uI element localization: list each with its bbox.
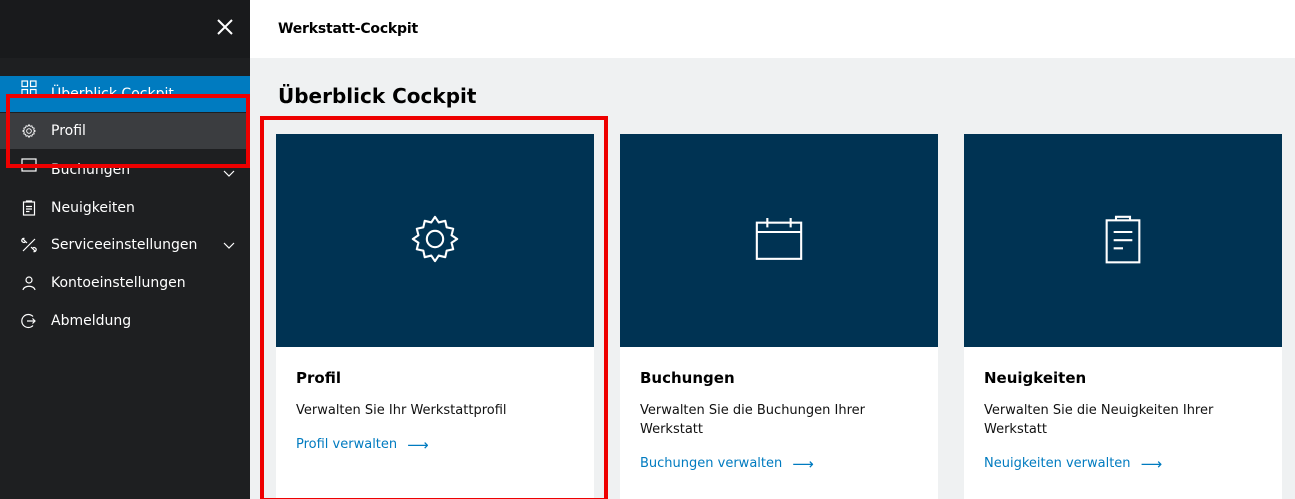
card-description: Verwalten Sie die Buchungen Ihrer Werkst…	[640, 403, 866, 437]
sidebar-item-neuigkeiten[interactable]: Neuigkeiten	[0, 190, 250, 226]
sidebar-item-profil[interactable]: Profil	[0, 113, 250, 149]
sidebar-item-kontoeinstellungen[interactable]: Kontoeinstellungen	[0, 265, 250, 301]
arrow-right-icon: ⟶	[407, 435, 429, 454]
gear-icon	[21, 123, 37, 139]
card-profil[interactable]: Profil Verwalten Sie Ihr Werkstattprofil…	[276, 134, 594, 499]
card-link-label: Profil verwalten	[296, 437, 398, 452]
tools-icon	[21, 237, 37, 253]
card-title: Profil	[296, 369, 341, 387]
sidebar-item-overview[interactable]: Überblick Cockpit	[0, 76, 250, 96]
card-buchungen[interactable]: Buchungen Verwalten Sie die Buchungen Ih…	[620, 134, 938, 499]
card-description: Verwalten Sie die Neuigkeiten Ihrer Werk…	[984, 403, 1214, 437]
clipboard-icon	[1095, 211, 1151, 271]
app-header: Werkstatt-Cockpit	[250, 0, 1295, 58]
calendar-icon	[21, 156, 37, 172]
sidebar-item-label: Überblick Cockpit	[51, 86, 174, 96]
card-title: Buchungen	[640, 369, 735, 387]
sidebar-item-label: Neuigkeiten	[51, 200, 135, 216]
sidebar-header	[0, 0, 250, 58]
calendar-icon	[751, 211, 807, 271]
card-link[interactable]: Buchungen verwalten ⟶	[640, 455, 814, 473]
arrow-right-icon: ⟶	[1140, 454, 1163, 473]
card-link[interactable]: Profil verwalten ⟶	[296, 436, 429, 454]
sidebar-item-label: Serviceeinstellungen	[51, 237, 198, 253]
sidebar-item-label: Kontoeinstellungen	[51, 275, 186, 291]
sidebar: Überblick Cockpit Profil Buchungen Neuig…	[0, 0, 250, 499]
sidebar-item-label: Buchungen	[51, 162, 131, 178]
sidebar-item-label: Abmeldung	[51, 313, 132, 329]
close-icon[interactable]	[212, 14, 238, 40]
sidebar-item-serviceeinstellungen[interactable]: Serviceeinstellungen	[0, 227, 250, 263]
card-description: Verwalten Sie Ihr Werkstattprofil	[296, 403, 507, 418]
card-link-label: Neuigkeiten verwalten	[984, 456, 1131, 471]
chevron-down-icon	[222, 238, 236, 252]
card-link-label: Buchungen verwalten	[640, 456, 783, 471]
sidebar-item-label: Profil	[51, 123, 86, 139]
main-content: Überblick Cockpit Profil Verwalten Sie I…	[250, 58, 1295, 499]
app-title: Werkstatt-Cockpit	[278, 21, 418, 37]
chevron-down-icon	[222, 166, 236, 180]
card-body: Buchungen Verwalten Sie die Buchungen Ih…	[620, 347, 938, 473]
gear-icon	[407, 211, 463, 271]
card-tile	[964, 134, 1282, 347]
sidebar-item-abmeldung[interactable]: Abmeldung	[0, 303, 250, 339]
card-title: Neuigkeiten	[984, 369, 1087, 387]
page-title: Überblick Cockpit	[278, 84, 477, 108]
card-link[interactable]: Neuigkeiten verwalten ⟶	[984, 455, 1162, 473]
arrow-right-icon: ⟶	[792, 454, 814, 473]
card-body: Neuigkeiten Verwalten Sie die Neuigkeite…	[964, 347, 1282, 473]
card-body: Profil Verwalten Sie Ihr Werkstattprofil…	[276, 347, 594, 454]
card-neuigkeiten[interactable]: Neuigkeiten Verwalten Sie die Neuigkeite…	[964, 134, 1282, 499]
clipboard-icon	[21, 200, 37, 216]
user-icon	[21, 275, 37, 291]
card-tile	[620, 134, 938, 347]
grid-icon	[21, 80, 37, 96]
card-tile	[276, 134, 594, 347]
sidebar-item-buchungen[interactable]: Buchungen	[0, 152, 250, 186]
logout-icon	[21, 313, 37, 329]
